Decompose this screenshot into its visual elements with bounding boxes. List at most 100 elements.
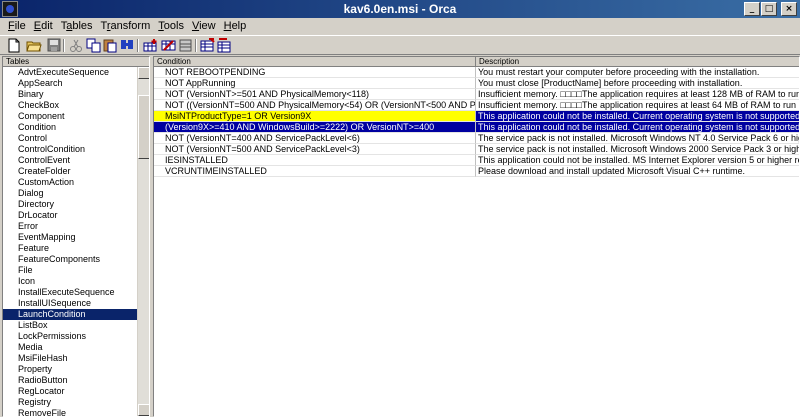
table-row[interactable]: IESINSTALLED This application could not b… [154,155,799,166]
description-cell[interactable]: This application could not be installed.… [476,155,799,166]
table-list-item[interactable]: EventMapping [3,232,137,243]
title-bar[interactable]: kav6.0en.msi - Orca _ □ × [0,0,800,18]
table-list-item[interactable]: InstallUISequence [3,298,137,309]
window-title: kav6.0en.msi - Orca [343,2,457,16]
description-cell[interactable]: You must close [ProductName] before proc… [476,78,799,89]
table-list-item[interactable]: Component [3,111,137,122]
table-list-item[interactable]: AdvtExecuteSequence [3,67,137,78]
table-list-item[interactable]: CreateFolder [3,166,137,177]
table-list-item[interactable]: Icon [3,276,137,287]
tables-panel: Tables AdvtExecuteSequence AppSearch Binar… [2,56,150,417]
maximize-button[interactable]: □ [761,2,777,16]
table-list-item[interactable]: CheckBox [3,100,137,111]
condition-cell[interactable]: NOT (VersionNT=400 AND ServicePackLevel<… [154,133,476,144]
scrollbar-thumb[interactable] [138,95,149,159]
table-list-item[interactable]: Condition [3,122,137,133]
condition-cell[interactable]: (Version9X>=410 AND WindowsBuild>=2222) … [154,122,476,133]
minimize-button[interactable]: _ [744,2,760,16]
condition-cell[interactable]: NOT AppRunning [154,78,476,89]
table-list-item[interactable]: Dialog [3,188,137,199]
export-icon[interactable] [200,38,216,53]
condition-cell[interactable]: IESINSTALLED [154,155,476,166]
menu-tools[interactable]: Tools [154,18,188,35]
scroll-up-icon[interactable] [138,67,149,79]
description-cell[interactable]: The service pack is not installed. Micro… [476,144,799,155]
table-row[interactable]: NOT REBOOTPENDING You must restart your c… [154,67,799,78]
table-list-item[interactable]: MsiFileHash [3,353,137,364]
table-list-item[interactable]: LaunchCondition [3,309,137,320]
grid-body: NOT REBOOTPENDING You must restart your c… [154,67,799,177]
scroll-down-icon[interactable] [138,404,149,416]
description-cell[interactable]: Please download and install updated Micr… [476,166,799,177]
condition-cell[interactable]: NOT REBOOTPENDING [154,67,476,78]
condition-cell[interactable]: NOT ((VersionNT=500 AND PhysicalMemory<5… [154,100,476,111]
table-list-item[interactable]: AppSearch [3,78,137,89]
table-list-item[interactable]: Binary [3,89,137,100]
condition-cell[interactable]: VCRUNTIMEINSTALLED [154,166,476,177]
description-cell[interactable]: This application could not be installed.… [476,111,799,122]
launch-condition-grid: Condition Description NOT REBOOTPENDING Y… [153,56,800,417]
table-list-item[interactable]: FeatureComponents [3,254,137,265]
find-icon[interactable] [119,38,135,53]
table-list-item[interactable]: RemoveFile [3,408,137,416]
table-list-item[interactable]: RegLocator [3,386,137,397]
description-cell[interactable]: You must restart your computer before pr… [476,67,799,78]
table-list-item[interactable]: Registry [3,397,137,408]
table-row[interactable]: (Version9X>=410 AND WindowsBuild>=2222) … [154,122,799,133]
menu-transform[interactable]: Transform [97,18,155,35]
description-cell[interactable]: Insufficient memory. □□□□The application… [476,89,799,100]
column-header-description[interactable]: Description [476,57,799,67]
description-cell[interactable]: This application could not be installed.… [476,122,799,133]
grid-header: Condition Description [154,57,799,67]
new-file-icon[interactable] [6,38,22,53]
table-list-item[interactable]: Feature [3,243,137,254]
table-list-item[interactable]: ListBox [3,320,137,331]
table-row[interactable]: NOT ((VersionNT=500 AND PhysicalMemory<5… [154,100,799,111]
save-icon[interactable] [46,38,62,53]
table-list-item[interactable]: Error [3,221,137,232]
table-list-item[interactable]: RadioButton [3,375,137,386]
table-row[interactable]: NOT (VersionNT>=501 AND PhysicalMemory<1… [154,89,799,100]
close-button[interactable]: × [781,2,797,16]
menu-bar: File Edit Tables Transform Tools View Help [0,18,800,35]
description-cell[interactable]: Insufficient memory. □□□□The application… [476,100,799,111]
table-row[interactable]: NOT (VersionNT=400 AND ServicePackLevel<… [154,133,799,144]
description-cell[interactable]: The service pack is not installed. Micro… [476,133,799,144]
table-list-item[interactable]: Media [3,342,137,353]
add-row-icon[interactable] [178,38,194,53]
open-folder-icon[interactable] [26,38,42,53]
menu-edit[interactable]: Edit [30,18,57,35]
tables-list: AdvtExecuteSequence AppSearch Binary CheckB… [3,67,137,416]
table-list-item[interactable]: DrLocator [3,210,137,221]
table-row[interactable]: NOT AppRunning You must close [ProductNam… [154,78,799,89]
menu-tables[interactable]: Tables [57,18,97,35]
table-list-item[interactable]: CustomAction [3,177,137,188]
copy-icon[interactable] [86,38,102,53]
table-list-item[interactable]: Directory [3,199,137,210]
tables-column-header[interactable]: Tables [3,57,149,67]
menu-help[interactable]: Help [220,18,251,35]
table-row[interactable]: NOT (VersionNT=500 AND ServicePackLevel<… [154,144,799,155]
table-list-item[interactable]: ControlCondition [3,144,137,155]
import-icon[interactable] [216,38,232,53]
tables-scrollbar[interactable] [137,67,149,416]
column-header-condition[interactable]: Condition [154,57,476,67]
add-table-icon[interactable] [143,38,159,53]
condition-cell[interactable]: MsiNTProductType=1 OR Version9X [154,111,476,122]
table-list-item[interactable]: LockPermissions [3,331,137,342]
table-list-item[interactable]: Control [3,133,137,144]
menu-file[interactable]: File [4,18,30,35]
drop-table-icon[interactable] [161,38,177,53]
toolbar [0,35,800,55]
cut-icon[interactable] [68,38,84,53]
table-row[interactable]: MsiNTProductType=1 OR Version9X This appl… [154,111,799,122]
table-row[interactable]: VCRUNTIMEINSTALLED Please download and in… [154,166,799,177]
condition-cell[interactable]: NOT (VersionNT=500 AND ServicePackLevel<… [154,144,476,155]
table-list-item[interactable]: Property [3,364,137,375]
menu-view[interactable]: View [188,18,220,35]
table-list-item[interactable]: InstallExecuteSequence [3,287,137,298]
condition-cell[interactable]: NOT (VersionNT>=501 AND PhysicalMemory<1… [154,89,476,100]
table-list-item[interactable]: ControlEvent [3,155,137,166]
paste-icon[interactable] [102,38,118,53]
table-list-item[interactable]: File [3,265,137,276]
